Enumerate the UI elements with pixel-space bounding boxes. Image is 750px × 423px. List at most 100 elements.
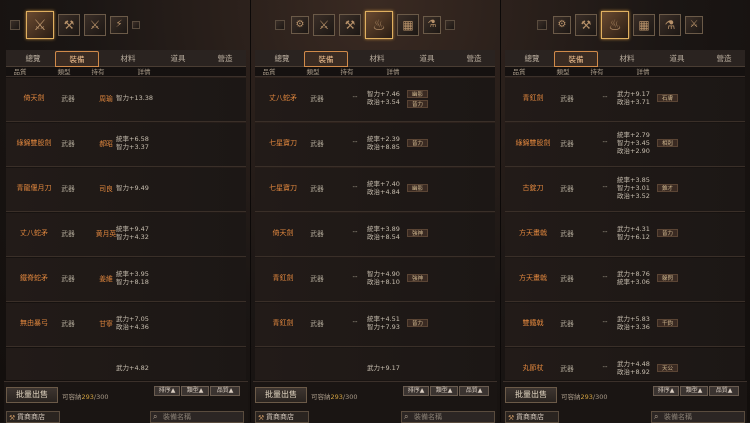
table-row[interactable]: 武力+4.82 <box>6 348 246 380</box>
sort-button[interactable]: 排序▲ <box>403 386 429 396</box>
item-type: 武器 <box>560 275 574 283</box>
table-row[interactable]: 古錠刀 武器 -- 統率+3.85 智力+3.01 政治+3.52 錐才 <box>505 168 745 212</box>
tab-4[interactable]: 道具 <box>156 51 200 67</box>
tab-2[interactable]: 裝備 <box>304 51 348 67</box>
item-stat: 武力+8.76 <box>617 270 650 278</box>
equipment-search-input[interactable]: ⌕ 裝備名稱 <box>401 411 495 423</box>
item-stat: 政治+4.36 <box>116 323 149 331</box>
item-category-icon: ⚗ <box>664 18 676 32</box>
item-stat: 智力+8.18 <box>116 278 149 286</box>
item-stat: 統率+6.58 <box>116 135 149 143</box>
merchant-shop-button[interactable]: ⚒ 貨商商店 <box>255 411 309 423</box>
table-row[interactable]: 青釭劍 武器 -- 智力+4.90 政治+8.10 強神 <box>255 258 495 302</box>
sort-button[interactable]: 排序▲ <box>653 386 679 396</box>
tab-2[interactable]: 裝備 <box>55 51 99 67</box>
category-icon-2[interactable]: ⚔ <box>26 11 54 39</box>
tab-5[interactable]: 營造 <box>703 51 745 67</box>
item-stat: 武力+7.05 <box>116 315 149 323</box>
tab-1[interactable]: 總覽 <box>510 51 554 67</box>
quality-sort-button[interactable]: 品質▲ <box>210 386 240 396</box>
skill-badge: 皆力 <box>407 319 429 327</box>
tab-4[interactable]: 道具 <box>655 51 699 67</box>
item-category-icon: ⚒ <box>344 18 356 32</box>
category-icon-4[interactable]: ♨ <box>601 11 629 39</box>
table-row[interactable]: 無由暴弓 武器 甘寧 武力+7.05 政治+4.36 <box>6 303 246 347</box>
tab-1[interactable]: 總覽 <box>11 51 55 67</box>
tab-4[interactable]: 道具 <box>405 51 449 67</box>
category-icon-1[interactable] <box>10 20 20 30</box>
bulk-sell-button[interactable]: 批量出售 <box>255 387 307 403</box>
tab-bar: 總覽 裝備 材料 道具 營造 <box>6 50 246 67</box>
table-row[interactable]: 倚天劍 武器 周瑜 智力+13.38 <box>6 78 246 122</box>
merchant-shop-button[interactable]: ⚒ 貨商商店 <box>6 411 60 423</box>
category-icon-6[interactable]: ⚗ <box>659 14 681 36</box>
tab-3[interactable]: 材料 <box>605 51 649 67</box>
category-icon-7[interactable]: ⚔ <box>685 16 703 34</box>
panel-divider <box>500 0 501 422</box>
category-icon-7[interactable]: ⚗ <box>423 16 441 34</box>
table-row[interactable]: 綠錦雙股劍 武器 郝昭 統率+6.58 智力+3.37 <box>6 123 246 167</box>
type-sort-button[interactable]: 類型▲ <box>430 386 458 396</box>
tab-3[interactable]: 材料 <box>106 51 150 67</box>
item-type: 武器 <box>560 365 574 373</box>
item-category-icon: ▦ <box>402 18 414 32</box>
column-header-type: 類型 <box>57 68 71 76</box>
item-stat: 政治+4.84 <box>367 188 400 196</box>
category-icon-4[interactable]: ⚔ <box>84 14 106 36</box>
category-icon-5[interactable]: ▦ <box>633 14 655 36</box>
tab-3[interactable]: 材料 <box>355 51 399 67</box>
item-stat: 智力+9.49 <box>116 184 149 192</box>
tab-5[interactable]: 營造 <box>453 51 495 67</box>
item-stat: 智力+6.12 <box>617 233 650 241</box>
table-row[interactable]: 丈八蛇矛 武器 黄月英 統率+9.47 智力+4.32 <box>6 213 246 257</box>
table-row[interactable]: 綠錦雙股劍 武器 -- 統率+2.79 智力+3.45 政治+2.90 相剋 <box>505 123 745 167</box>
search-placeholder: 裝備名稱 <box>414 413 442 421</box>
bulk-sell-button[interactable]: 批量出售 <box>6 387 58 403</box>
category-icon-bar: ⚔ ⚒ ⚔ ⚡ <box>4 0 248 47</box>
table-row[interactable]: 雙鐵戟 武器 -- 武力+5.83 政治+3.36 千鈞 <box>505 303 745 347</box>
table-row[interactable]: 七星寶刀 武器 -- 統率+2.39 政治+8.85 皆力 <box>255 123 495 167</box>
type-sort-button[interactable]: 類型▲ <box>181 386 209 396</box>
table-row[interactable]: 丸節杖 武器 -- 武力+4.48 政治+8.92 天公 <box>505 348 745 380</box>
table-row[interactable]: 青釭劍 武器 -- 武力+9.17 政治+3.71 石膚 <box>505 78 745 122</box>
table-row[interactable]: 青龍偃月刀 武器 司良 智力+9.49 <box>6 168 246 212</box>
equipment-search-input[interactable]: ⌕ 裝備名稱 <box>150 411 244 423</box>
category-icon-6[interactable]: ▦ <box>397 14 419 36</box>
quality-sort-button[interactable]: 品質▲ <box>459 386 489 396</box>
category-icon-5[interactable]: ♨ <box>365 11 393 39</box>
table-row[interactable]: 方天畫戟 武器 -- 武力+4.31 智力+6.12 皆力 <box>505 213 745 257</box>
category-icon-1[interactable] <box>537 20 547 30</box>
item-stat: 智力+3.01 <box>617 184 650 192</box>
item-list: 倚天劍 武器 周瑜 智力+13.38 綠錦雙股劍 武器 郝昭 統率+6.58 智力+3.37 青龍… <box>6 78 246 380</box>
tab-5[interactable]: 營造 <box>204 51 246 67</box>
equipment-search-input[interactable]: ⌕ 裝備名稱 <box>651 411 745 423</box>
category-icon-6[interactable] <box>132 21 140 29</box>
category-icon-3[interactable]: ⚔ <box>313 14 335 36</box>
table-row[interactable]: 丈八蛇矛 武器 -- 智力+7.46 政治+3.54 幽影 皆力 <box>255 78 495 122</box>
table-row[interactable]: 倚天劍 武器 -- 統率+3.89 政治+8.54 強神 <box>255 213 495 257</box>
sort-button[interactable]: 排序▲ <box>154 386 180 396</box>
table-row[interactable]: 鐵脊蛇矛 武器 姜維 統率+3.95 智力+8.18 <box>6 258 246 302</box>
item-stat: 武力+4.48 <box>617 360 650 368</box>
table-row[interactable]: 青釭劍 武器 -- 統率+4.51 智力+7.93 皆力 <box>255 303 495 347</box>
bulk-sell-button[interactable]: 批量出售 <box>505 387 557 403</box>
category-icon-2[interactable]: ⚙ <box>291 16 309 34</box>
merchant-shop-button[interactable]: ⚒ 貨商商店 <box>505 411 559 423</box>
category-icon-4[interactable]: ⚒ <box>339 14 361 36</box>
quality-sort-button[interactable]: 品質▲ <box>709 386 739 396</box>
tab-2[interactable]: 裝備 <box>554 51 598 67</box>
table-row[interactable]: 武力+9.17 <box>255 348 495 380</box>
category-icon-3[interactable]: ⚒ <box>575 14 597 36</box>
item-stat: 政治+2.90 <box>617 147 650 155</box>
table-row[interactable]: 方天畫戟 武器 -- 武力+8.76 統率+3.06 躲閃 <box>505 258 745 302</box>
category-icon-2[interactable]: ⚙ <box>553 16 571 34</box>
tab-1[interactable]: 總覽 <box>260 51 304 67</box>
type-sort-button[interactable]: 類型▲ <box>680 386 708 396</box>
category-icon-1[interactable] <box>275 20 285 30</box>
column-header-type: 類型 <box>306 68 320 76</box>
category-icon-5[interactable]: ⚡ <box>110 16 128 34</box>
category-icon-3[interactable]: ⚒ <box>58 14 80 36</box>
category-icon-8[interactable] <box>445 20 455 30</box>
item-category-icon: ⚗ <box>427 19 437 30</box>
table-row[interactable]: 七星寶刀 武器 -- 統率+7.40 政治+4.84 幽影 <box>255 168 495 212</box>
